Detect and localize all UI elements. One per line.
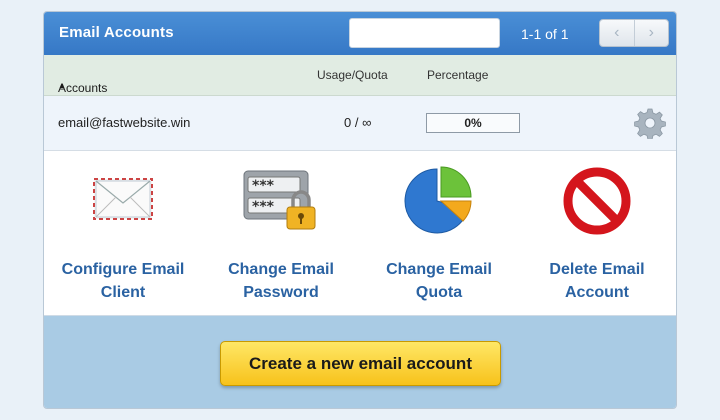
sort-ascending-icon: ▲ (58, 81, 66, 90)
action-label: Change Email Quota (360, 258, 518, 304)
delete-email-account-button[interactable]: Delete Email Account (518, 151, 676, 316)
action-label-line1: Change Email (386, 261, 492, 278)
action-label-line1: Configure Email (61, 261, 185, 278)
pie-chart-icon (404, 166, 472, 234)
email-accounts-panel: Email Accounts 1-1 of 1 ‹ › Accounts ▲ Us… (43, 11, 677, 409)
panel-title: Email Accounts (59, 24, 174, 41)
action-label-line2: Password (243, 284, 319, 301)
panel-footer: Create a new email account (44, 316, 676, 408)
svg-text:***: *** (252, 199, 275, 215)
password-lock-icon: *** *** (243, 170, 316, 230)
chevron-left-icon: ‹ (614, 24, 620, 41)
table-row[interactable]: email@fastwebsite.win 0 / ∞ 0% (44, 96, 676, 151)
column-usage-quota: Usage/Quota (317, 68, 388, 82)
action-label: Configure Email Client (44, 258, 202, 304)
pager-count: 1-1 of 1 (521, 26, 569, 42)
action-label: Change Email Password (202, 258, 360, 304)
next-page-button[interactable]: › (633, 20, 669, 46)
panel-header: Email Accounts 1-1 of 1 ‹ › (44, 12, 676, 55)
change-email-password-button[interactable]: *** *** Change Email Password (202, 151, 360, 316)
column-percentage: Percentage (427, 68, 489, 82)
percentage-bar: 0% (426, 113, 520, 133)
action-label-line1: Change Email (228, 261, 334, 278)
action-label-line2: Quota (415, 284, 463, 301)
chevron-right-icon: › (648, 24, 654, 41)
pager-buttons: ‹ › (599, 19, 669, 47)
envelope-icon (93, 178, 153, 220)
account-actions: Configure Email Client *** *** Change Em… (44, 151, 676, 316)
prev-page-button[interactable]: ‹ (600, 20, 634, 46)
action-label-line2: Client (100, 284, 146, 301)
configure-email-client-button[interactable]: Configure Email Client (44, 151, 202, 316)
create-email-account-button[interactable]: Create a new email account (220, 341, 501, 386)
account-usage: 0 / ∞ (344, 115, 372, 130)
account-email: email@fastwebsite.win (58, 115, 191, 130)
svg-text:***: *** (252, 178, 275, 194)
action-label-line2: Account (565, 284, 629, 301)
table-column-header: Accounts ▲ Usage/Quota Percentage (44, 55, 676, 96)
action-label: Delete Email Account (518, 258, 676, 304)
gear-icon[interactable] (634, 107, 666, 139)
action-label-line1: Delete Email (549, 261, 645, 278)
percentage-value: 0% (464, 116, 482, 130)
change-email-quota-button[interactable]: Change Email Quota (360, 151, 518, 316)
search-input[interactable] (349, 18, 500, 48)
prohibited-icon (563, 167, 631, 235)
